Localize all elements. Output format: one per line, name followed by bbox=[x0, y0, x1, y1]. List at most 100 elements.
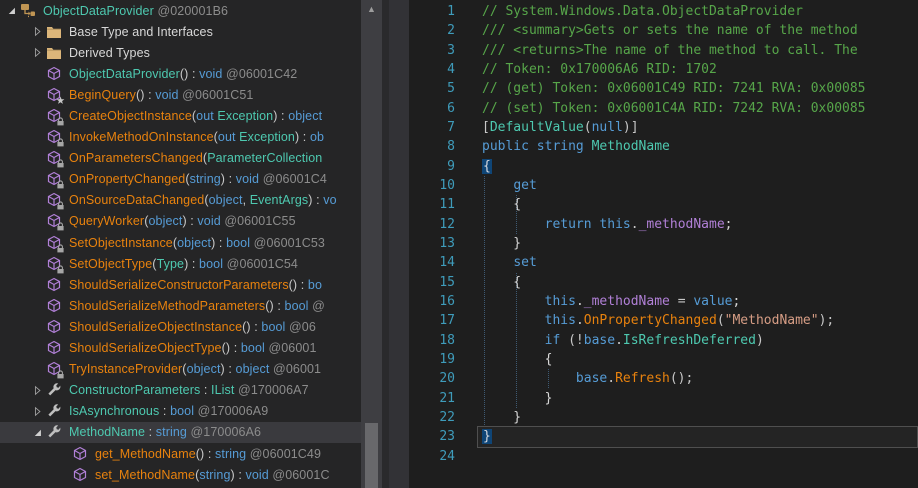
code-line-text[interactable]: // Token: 0x170006A6 RID: 1702 bbox=[482, 60, 918, 79]
code-line[interactable]: 5// (get) Token: 0x06001C49 RID: 7241 RV… bbox=[409, 79, 918, 98]
code-line[interactable]: 3/// <returns>The name of the method to … bbox=[409, 41, 918, 60]
tree-row[interactable]: set_MethodName(string) : void @06001C bbox=[0, 464, 361, 485]
code-line-text[interactable]: { bbox=[482, 195, 918, 214]
indent-spacer bbox=[0, 52, 28, 53]
syntax-segment: object bbox=[236, 362, 270, 376]
tree-row[interactable]: InvokeMethodOnInstance(out Exception) : … bbox=[0, 127, 361, 148]
code-line-text[interactable]: /// <returns>The name of the method to c… bbox=[482, 41, 918, 60]
code-line-text[interactable]: [DefaultValue(null)] bbox=[482, 118, 918, 137]
tree-row-label: ShouldSerializeMethodParameters() : bool… bbox=[69, 299, 325, 313]
code-line-text[interactable]: this._methodName = value; bbox=[482, 292, 918, 311]
expander-collapsed-icon[interactable] bbox=[28, 382, 46, 398]
tree-row[interactable]: SetObjectInstance(object) : bool @06001C… bbox=[0, 232, 361, 253]
syntax-segment: @06001C42 bbox=[222, 67, 297, 81]
code-line[interactable]: 20 base.Refresh(); bbox=[409, 369, 918, 388]
indent-spacer bbox=[0, 158, 28, 159]
tree-row[interactable]: Derived Types bbox=[0, 42, 361, 63]
syntax-segment: . bbox=[576, 294, 584, 309]
code-line-text[interactable]: public string MethodName bbox=[482, 137, 918, 156]
code-line-text[interactable]: } bbox=[482, 389, 918, 408]
tree-row[interactable]: SetObjectType(Type) : bool @06001C54 bbox=[0, 253, 361, 274]
tree-row[interactable]: ObjectDataProvider @020001B6 bbox=[0, 0, 361, 21]
expander-collapsed-icon[interactable] bbox=[28, 24, 46, 40]
code-line[interactable]: 15 { bbox=[409, 273, 918, 292]
code-line-text[interactable]: set bbox=[482, 253, 918, 272]
code-line[interactable]: 21 } bbox=[409, 389, 918, 408]
code-line-text[interactable]: // System.Windows.Data.ObjectDataProvide… bbox=[482, 2, 918, 21]
code-line-text[interactable]: /// <summary>Gets or sets the name of th… bbox=[482, 21, 918, 40]
tree-row[interactable]: OnPropertyChanged(string) : void @06001C… bbox=[0, 169, 361, 190]
tree-row-selected[interactable]: MethodName : string @170006A6 bbox=[0, 422, 361, 443]
code-line-text[interactable]: // (get) Token: 0x06001C49 RID: 7241 RVA… bbox=[482, 79, 918, 98]
syntax-segment: get bbox=[513, 178, 536, 193]
expander-collapsed-icon[interactable] bbox=[28, 403, 46, 419]
code-line-text[interactable]: } bbox=[482, 234, 918, 253]
code-line[interactable]: 16 this._methodName = value; bbox=[409, 292, 918, 311]
expander-placeholder bbox=[28, 361, 46, 377]
tree-row[interactable]: BeginQuery() : void @06001C51 bbox=[0, 84, 361, 105]
tree-row[interactable]: QueryWorker(object) : void @06001C55 bbox=[0, 211, 361, 232]
tree-row[interactable]: get_MethodName() : string @06001C49 bbox=[0, 443, 361, 464]
syntax-segment: set bbox=[513, 255, 536, 270]
code-line-text[interactable]: { bbox=[482, 157, 918, 176]
syntax-segment bbox=[482, 333, 545, 348]
expander-collapsed-icon[interactable] bbox=[28, 45, 46, 61]
tree-row[interactable]: ShouldSerializeObjectType() : bool @0600… bbox=[0, 338, 361, 359]
code-line-text[interactable]: return this._methodName; bbox=[482, 215, 918, 234]
code-line[interactable]: 1// System.Windows.Data.ObjectDataProvid… bbox=[409, 2, 918, 21]
expander-expanded-icon[interactable] bbox=[28, 424, 46, 440]
code-line-text-current[interactable]: } bbox=[477, 426, 918, 447]
tree-row[interactable]: IsAsynchronous : bool @170006A9 bbox=[0, 401, 361, 422]
code-line[interactable]: 23} bbox=[409, 427, 918, 446]
tree-row[interactable]: TryInstanceProvider(object) : object @06… bbox=[0, 359, 361, 380]
code-line-text[interactable]: { bbox=[482, 350, 918, 369]
code-line-text[interactable]: base.Refresh(); bbox=[482, 369, 918, 388]
code-editor[interactable]: 1// System.Windows.Data.ObjectDataProvid… bbox=[409, 0, 918, 488]
tree-row[interactable]: CreateObjectInstance(out Exception) : ob… bbox=[0, 105, 361, 126]
code-line[interactable]: 22 } bbox=[409, 408, 918, 427]
code-line-text[interactable]: if (!base.IsRefreshDeferred) bbox=[482, 331, 918, 350]
code-line[interactable]: 12 return this._methodName; bbox=[409, 215, 918, 234]
tree-row[interactable]: OnSourceDataChanged(object, EventArgs) :… bbox=[0, 190, 361, 211]
indent-spacer bbox=[0, 137, 28, 138]
syntax-segment bbox=[482, 313, 545, 328]
code-line[interactable]: 18 if (!base.IsRefreshDeferred) bbox=[409, 331, 918, 350]
syntax-segment: : bbox=[200, 383, 211, 397]
scrollbar-thumb[interactable] bbox=[365, 423, 378, 488]
code-line-text[interactable]: { bbox=[482, 273, 918, 292]
tree-row[interactable]: OnParametersChanged(ParameterCollection bbox=[0, 148, 361, 169]
code-line[interactable]: 13 } bbox=[409, 234, 918, 253]
syntax-segment: get_MethodName bbox=[95, 447, 196, 461]
code-line[interactable]: 19 { bbox=[409, 350, 918, 369]
expander-expanded-icon[interactable] bbox=[2, 3, 20, 19]
code-line[interactable]: 17 this.OnPropertyChanged("MethodName"); bbox=[409, 311, 918, 330]
tree-scrollbar[interactable]: ▲ bbox=[361, 0, 382, 488]
code-line[interactable]: 6// (set) Token: 0x06001C4A RID: 7242 RV… bbox=[409, 99, 918, 118]
code-line[interactable]: 14 set bbox=[409, 253, 918, 272]
code-line-text[interactable] bbox=[482, 447, 918, 466]
indent-spacer bbox=[0, 284, 28, 285]
tree-row[interactable]: ConstructorParameters : IList @170006A7 bbox=[0, 380, 361, 401]
code-line[interactable]: 4// Token: 0x170006A6 RID: 1702 bbox=[409, 60, 918, 79]
indent-spacer bbox=[0, 326, 28, 327]
code-line[interactable]: 10 get bbox=[409, 176, 918, 195]
syntax-segment: this bbox=[545, 294, 576, 309]
code-line[interactable]: 8public string MethodName bbox=[409, 137, 918, 156]
code-line[interactable]: 7[DefaultValue(null)] bbox=[409, 118, 918, 137]
code-line-text[interactable]: get bbox=[482, 176, 918, 195]
panel-splitter[interactable] bbox=[382, 0, 409, 488]
tree-row[interactable]: Base Type and Interfaces bbox=[0, 21, 361, 42]
code-line[interactable]: 24 bbox=[409, 447, 918, 466]
tree-row[interactable]: ShouldSerializeObjectInstance() : bool @… bbox=[0, 316, 361, 337]
line-number: 21 bbox=[409, 389, 482, 408]
code-line[interactable]: 11 { bbox=[409, 195, 918, 214]
code-line-text[interactable]: this.OnPropertyChanged("MethodName"); bbox=[482, 311, 918, 330]
code-line-text[interactable]: // (set) Token: 0x06001C4A RID: 7242 RVA… bbox=[482, 99, 918, 118]
code-line[interactable]: 9{ bbox=[409, 157, 918, 176]
tree-row[interactable]: ShouldSerializeMethodParameters() : bool… bbox=[0, 295, 361, 316]
code-line[interactable]: 2/// <summary>Gets or sets the name of t… bbox=[409, 21, 918, 40]
tree-row[interactable]: ShouldSerializeConstructorParameters() :… bbox=[0, 274, 361, 295]
tree-row[interactable]: ObjectDataProvider() : void @06001C42 bbox=[0, 63, 361, 84]
code-line-text[interactable]: } bbox=[482, 408, 918, 427]
scroll-up-arrow-icon[interactable]: ▲ bbox=[361, 2, 382, 16]
